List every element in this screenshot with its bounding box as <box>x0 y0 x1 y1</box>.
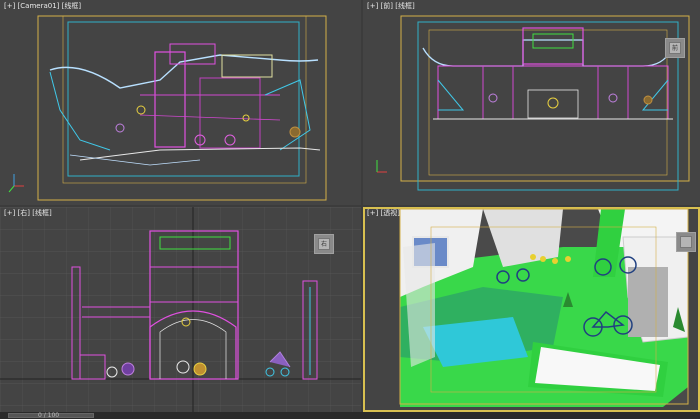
viewport-layout: [+] [Camera01] [线框] [+] [前] [线框] 前 [+] [… <box>0 0 700 419</box>
front-view-geometry <box>376 15 690 191</box>
navcube-front[interactable]: 前 <box>665 38 685 58</box>
camera-view-geometry <box>8 15 327 201</box>
navcube-perspective[interactable] <box>676 232 696 252</box>
viewport-label-front[interactable]: [+] [前] [线框] <box>367 1 415 11</box>
frame-counter: 0 / 100 <box>38 412 60 419</box>
navcube-face-label: 前 <box>669 42 681 54</box>
viewport-label-right[interactable]: [+] [右] [线框] <box>4 208 52 218</box>
viewport-camera[interactable]: [+] [Camera01] [线框] <box>0 0 361 205</box>
navcube-face <box>680 236 692 248</box>
viewport-front[interactable]: [+] [前] [线框] 前 <box>363 0 700 205</box>
navcube-face-label: 右 <box>318 238 330 250</box>
time-slider-bar[interactable]: 0 / 100 <box>0 412 700 419</box>
perspective-view-render <box>399 208 689 407</box>
navcube-right[interactable]: 右 <box>314 234 334 254</box>
right-view-geometry <box>0 207 361 412</box>
viewport-perspective[interactable]: [+] [透视] <box>363 207 700 412</box>
viewport-right[interactable]: [+] [右] [线框] 右 <box>0 207 361 412</box>
viewport-label-camera[interactable]: [+] [Camera01] [线框] <box>4 1 81 11</box>
viewport-label-perspective[interactable]: [+] [透视] <box>367 208 400 218</box>
